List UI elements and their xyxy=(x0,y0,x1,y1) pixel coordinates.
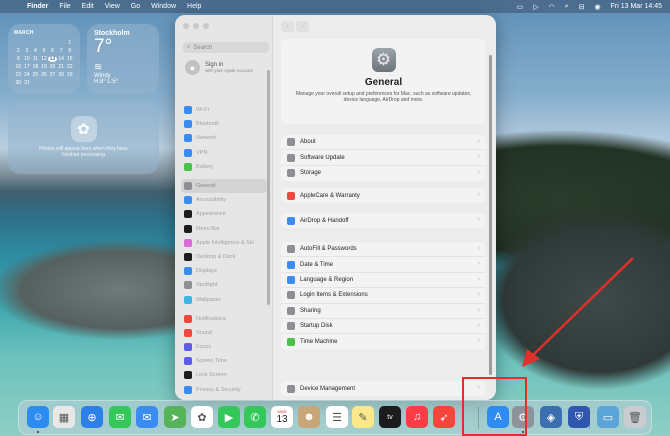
annotation-arrow xyxy=(522,257,634,367)
